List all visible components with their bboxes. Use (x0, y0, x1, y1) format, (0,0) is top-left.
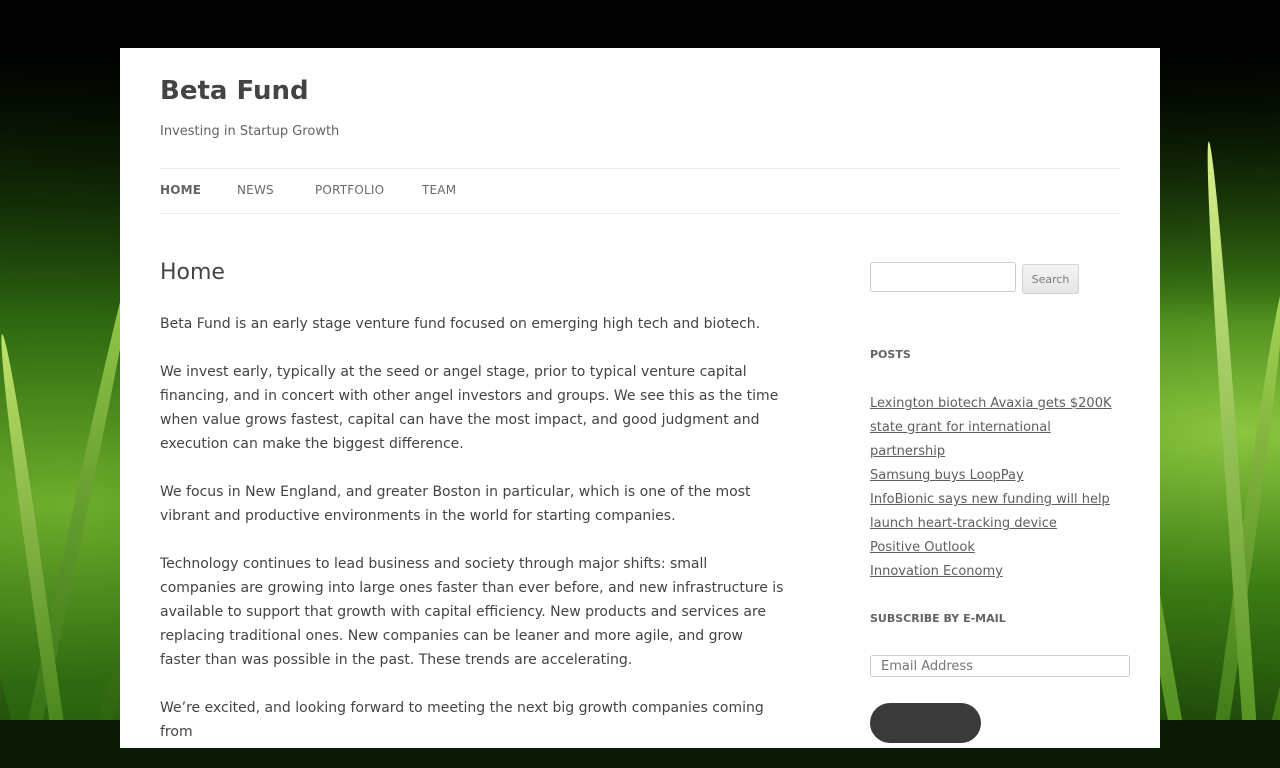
search-input[interactable] (870, 262, 1016, 292)
post-link[interactable]: Positive Outlook (870, 540, 975, 555)
page-title: Home (160, 260, 225, 285)
list-item: Samsung buys LoopPay (870, 464, 1130, 488)
nav-item-home[interactable]: HOME (160, 183, 201, 197)
list-item: Lexington biotech Avaxia gets $200K stat… (870, 392, 1130, 464)
nav-item-team[interactable]: TEAM (422, 183, 456, 197)
page-content: Beta Fund is an early stage venture fund… (160, 312, 785, 768)
subscribe-button[interactable] (870, 703, 981, 743)
content-paragraph: Technology continues to lead business an… (160, 556, 784, 668)
content-paragraph: We focus in New England, and greater Bos… (160, 484, 751, 524)
site-title[interactable]: Beta Fund (160, 76, 309, 106)
list-item: InfoBionic says new funding will help la… (870, 488, 1130, 536)
posts-list: Lexington biotech Avaxia gets $200K stat… (870, 392, 1130, 584)
site-container: Beta Fund Investing in Startup Growth HO… (120, 48, 1160, 748)
post-link[interactable]: Innovation Economy (870, 564, 1003, 579)
content-paragraph: We’re excited, and looking forward to me… (160, 700, 764, 740)
content-paragraph: We invest early, typically at the seed o… (160, 364, 779, 452)
site-tagline: Investing in Startup Growth (160, 124, 340, 139)
search-button[interactable]: Search (1022, 264, 1079, 294)
post-link[interactable]: Lexington biotech Avaxia gets $200K stat… (870, 396, 1112, 459)
nav-item-news[interactable]: NEWS (237, 183, 274, 197)
post-link[interactable]: InfoBionic says new funding will help la… (870, 492, 1110, 531)
list-item: Innovation Economy (870, 560, 1130, 584)
list-item: Positive Outlook (870, 536, 1130, 560)
main-navigation: HOME NEWS PORTFOLIO TEAM (160, 168, 1120, 214)
content-paragraph: Beta Fund is an early stage venture fund… (160, 316, 761, 332)
email-field[interactable] (870, 655, 1130, 677)
posts-widget-title: POSTS (870, 348, 911, 361)
nav-item-portfolio[interactable]: PORTFOLIO (315, 183, 384, 197)
post-link[interactable]: Samsung buys LoopPay (870, 468, 1024, 483)
subscribe-widget-title: SUBSCRIBE BY E-MAIL (870, 612, 1006, 625)
